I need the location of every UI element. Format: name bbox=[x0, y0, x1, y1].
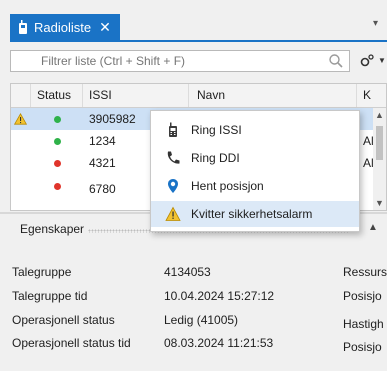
property-label: Talegruppe tid bbox=[12, 289, 88, 303]
scroll-thumb[interactable] bbox=[376, 126, 383, 160]
properties-title: Egenskaper bbox=[20, 222, 85, 236]
issi-cell: 1234 bbox=[89, 134, 116, 148]
property-value: Ledig (41005) bbox=[164, 313, 239, 327]
tab-radioliste[interactable]: Radioliste ✕ bbox=[10, 14, 120, 40]
location-pin-icon bbox=[168, 179, 178, 193]
property-label: Posisjo bbox=[343, 340, 382, 354]
settings-icon[interactable] bbox=[359, 53, 375, 69]
menu-item-label: Hent posisjon bbox=[191, 179, 264, 193]
tab-underline bbox=[10, 40, 387, 42]
menu-item-hent-posisjon[interactable]: Hent posisjon bbox=[151, 173, 359, 199]
chevron-up-icon[interactable]: ▲ bbox=[368, 222, 378, 233]
vertical-scrollbar[interactable]: ▲ ▼ bbox=[373, 108, 386, 210]
column-header-icon bbox=[11, 84, 31, 107]
property-label: Hastigh bbox=[343, 317, 384, 331]
menu-item-label: Ring DDI bbox=[191, 151, 240, 165]
close-icon[interactable]: ✕ bbox=[99, 20, 111, 34]
column-header-k[interactable]: K bbox=[357, 84, 386, 107]
status-dot bbox=[54, 116, 61, 123]
radio-icon bbox=[19, 20, 27, 34]
menu-item-label: Ring ISSI bbox=[191, 123, 242, 137]
menu-item-ring-issi[interactable]: Ring ISSI bbox=[151, 117, 359, 143]
status-dot bbox=[54, 160, 61, 167]
property-value: 08.03.2024 11:21:53 bbox=[164, 336, 274, 350]
column-header-navn[interactable]: Navn bbox=[189, 84, 357, 107]
column-header-status[interactable]: Status bbox=[31, 84, 83, 107]
column-header-issi[interactable]: ISSI bbox=[83, 84, 189, 107]
property-value: 10.04.2024 15:27:12 bbox=[164, 289, 275, 303]
property-label: Posisjo bbox=[343, 289, 382, 303]
property-label: Operasjonell status bbox=[12, 313, 115, 327]
chevron-down-icon[interactable]: ▼ bbox=[378, 56, 386, 65]
property-value: 4134053 bbox=[164, 265, 211, 279]
property-label: Ressurs bbox=[343, 265, 387, 279]
grid-header: Status ISSI Navn K bbox=[11, 84, 386, 108]
menu-item-kvitter-sikkerhetsalarm[interactable]: Kvitter sikkerhetsalarm bbox=[151, 201, 359, 227]
chevron-down-icon[interactable]: ▾ bbox=[373, 18, 378, 29]
property-label: Talegruppe bbox=[12, 265, 72, 279]
property-label: Operasjonell status tid bbox=[12, 336, 131, 350]
search-icon[interactable] bbox=[328, 53, 344, 69]
phone-icon bbox=[167, 151, 180, 164]
menu-item-label: Kvitter sikkerhetsalarm bbox=[191, 207, 313, 221]
filter-input[interactable] bbox=[10, 50, 350, 72]
radio-handset-icon bbox=[169, 122, 177, 137]
warning-icon bbox=[14, 113, 27, 125]
status-dot bbox=[54, 138, 61, 145]
status-dot bbox=[54, 183, 61, 190]
issi-cell: 4321 bbox=[89, 156, 116, 170]
menu-item-ring-ddi[interactable]: Ring DDI bbox=[151, 145, 359, 171]
scroll-up-icon[interactable]: ▲ bbox=[375, 110, 384, 120]
tab-label: Radioliste bbox=[34, 19, 92, 35]
scroll-down-icon[interactable]: ▼ bbox=[375, 198, 384, 208]
issi-cell: 6780 bbox=[89, 182, 116, 196]
context-menu: Ring ISSI Ring DDI Hent posisjon Kvitter… bbox=[150, 110, 360, 232]
warning-icon bbox=[165, 206, 181, 221]
issi-cell: 3905982 bbox=[89, 112, 136, 126]
